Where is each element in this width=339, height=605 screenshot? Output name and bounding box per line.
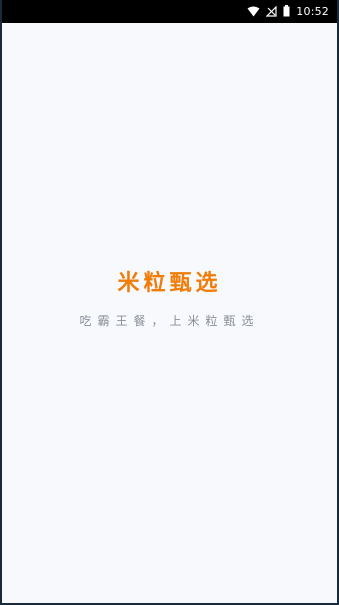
brand-slogan: 吃霸王餐，上米粒甄选: [79, 314, 260, 328]
signal-off-icon: [265, 2, 277, 21]
status-bar: 10:52: [2, 0, 337, 23]
status-time: 10:52: [296, 5, 329, 18]
splash-content: 米粒甄选 吃霸王餐，上米粒甄选: [2, 265, 337, 329]
splash-screen: 10:52 米粒甄选 吃霸王餐，上米粒甄选: [0, 0, 339, 605]
brand-title: 米粒甄选: [117, 270, 222, 296]
wifi-icon: [247, 2, 260, 21]
status-icons: 10:52: [247, 2, 329, 21]
battery-icon: [283, 2, 290, 21]
